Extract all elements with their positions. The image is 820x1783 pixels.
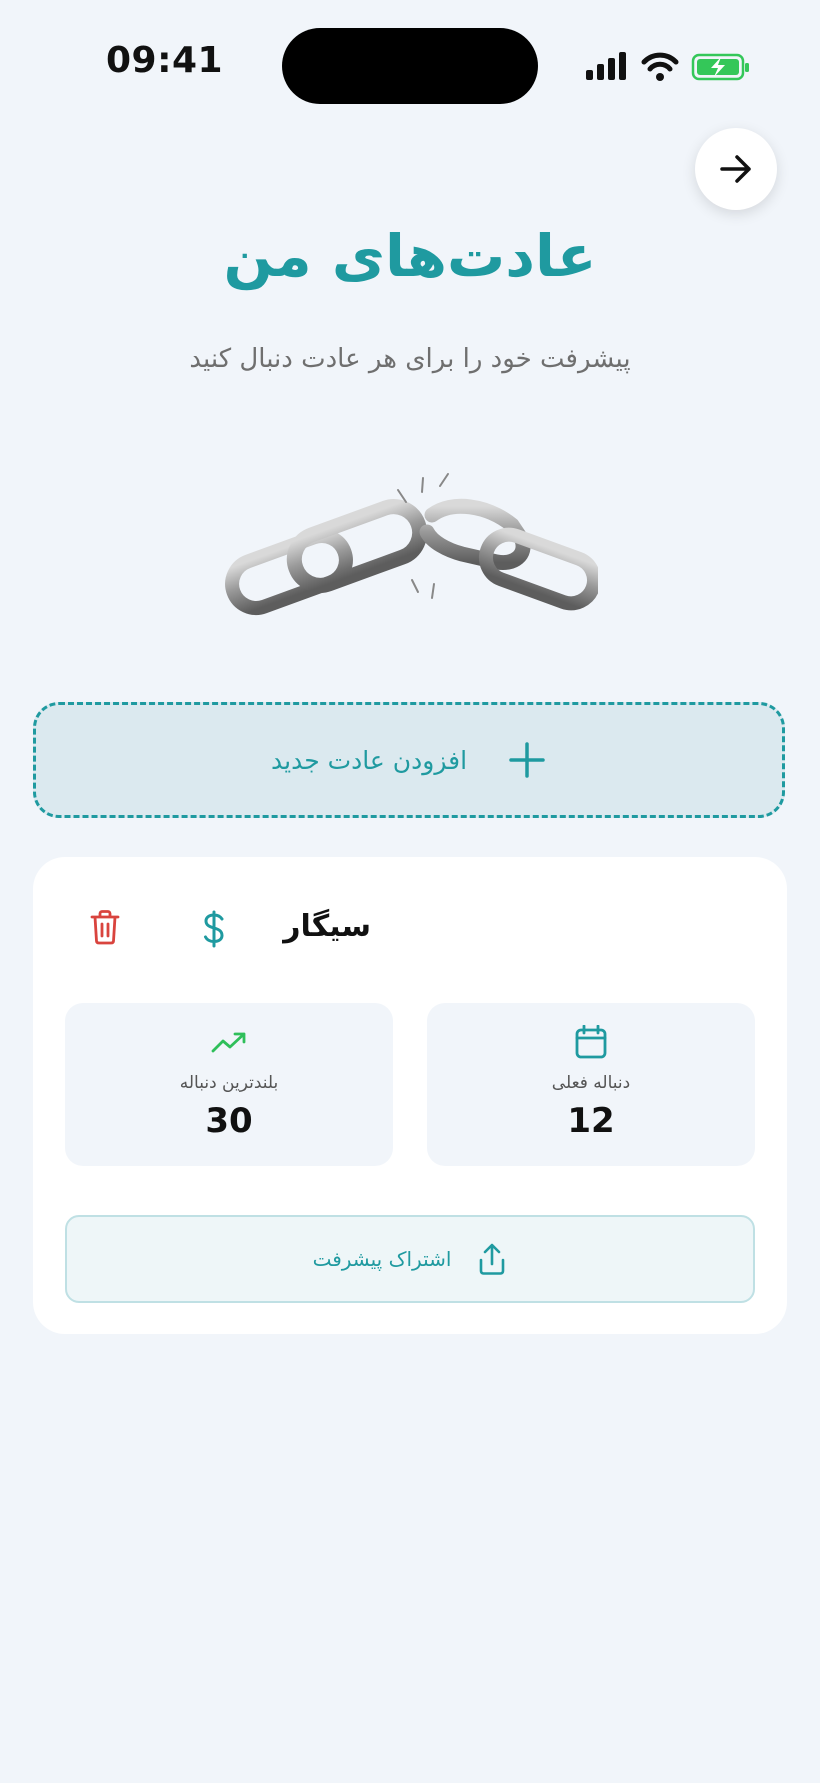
- trending-up-icon: [211, 1032, 246, 1053]
- page-subtitle: پیشرفت خود را برای هر عادت دنبال کنید: [189, 344, 631, 374]
- habit-name: سیگار: [283, 909, 371, 944]
- back-button[interactable]: [695, 128, 777, 210]
- trash-icon[interactable]: [89, 909, 121, 945]
- current-streak-stat: دنباله فعلی 12: [427, 1003, 755, 1166]
- share-progress-label: اشتراک پیشرفت: [312, 1247, 452, 1271]
- share-icon: [480, 1243, 505, 1275]
- broken-chain-icon: [225, 473, 598, 615]
- battery-charging-icon: [691, 53, 749, 81]
- longest-streak-value: 30: [205, 1101, 253, 1141]
- status-icons: [586, 52, 749, 81]
- current-streak-value: 12: [567, 1101, 615, 1141]
- signal-icon: [586, 52, 626, 80]
- calendar-icon: [575, 1025, 607, 1059]
- add-habit-label: افزودن عادت جدید: [271, 745, 468, 775]
- dynamic-island: [282, 28, 538, 104]
- longest-streak-label: بلندترین دنباله: [179, 1073, 279, 1093]
- add-habit-button[interactable]: افزودن عادت جدید: [33, 702, 785, 818]
- longest-streak-stat: بلندترین دنباله 30: [65, 1003, 393, 1166]
- plus-icon: [509, 742, 545, 778]
- page-title: عادت‌های من: [223, 222, 597, 290]
- habit-card: سیگار دنباله فعلی 12 بلندترین دنباله 30 …: [33, 857, 787, 1334]
- current-streak-label: دنباله فعلی: [551, 1073, 631, 1093]
- status-time: 09:41: [106, 40, 224, 81]
- arrow-right-icon: [720, 155, 751, 183]
- share-progress-button[interactable]: اشتراک پیشرفت: [65, 1215, 755, 1303]
- wifi-icon: [641, 52, 679, 81]
- dollar-icon: [204, 910, 224, 948]
